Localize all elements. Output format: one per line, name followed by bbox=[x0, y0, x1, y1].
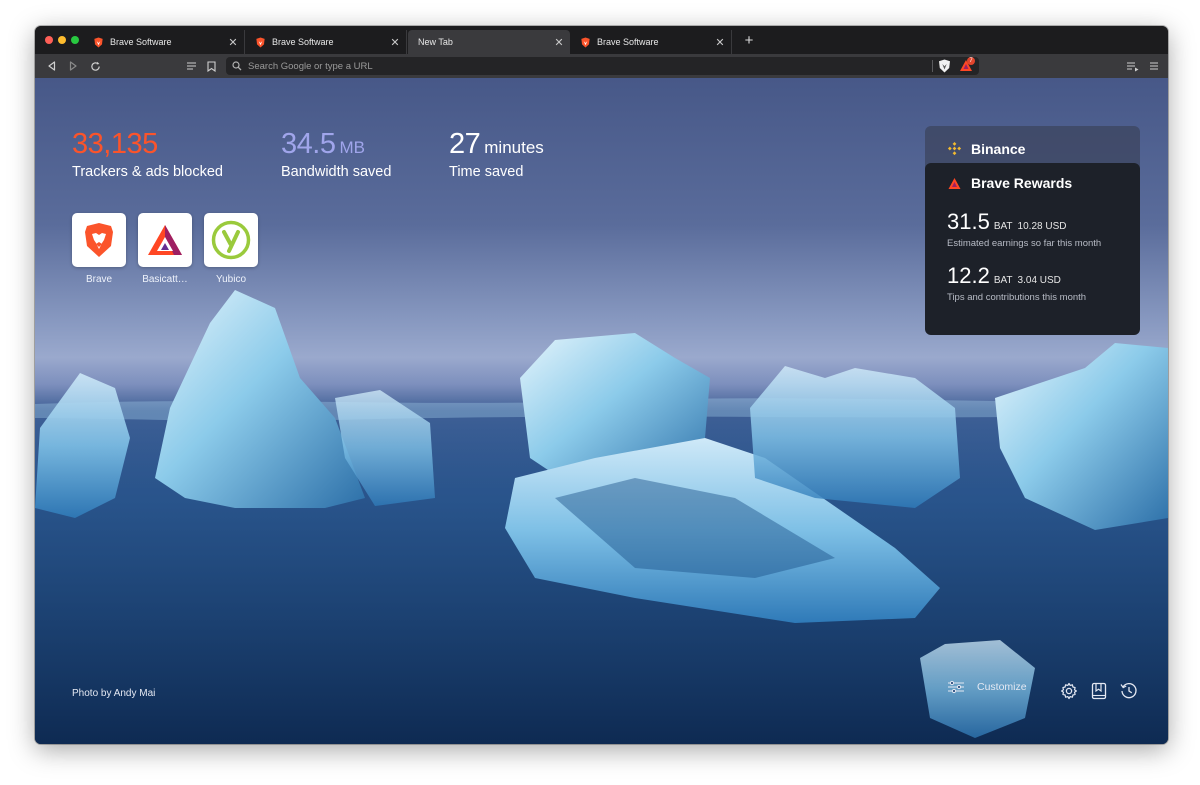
bookmarks-button[interactable] bbox=[1089, 681, 1109, 701]
bandwidth-unit: MB bbox=[339, 138, 365, 157]
top-site-yubico[interactable]: Yubico bbox=[204, 213, 258, 285]
rewards-earnings: 31.5 BAT 10.28 USD Estimated earnings so f… bbox=[947, 209, 1140, 249]
earnings-description: Estimated earnings so far this month bbox=[947, 238, 1102, 249]
bandwidth-value: 34.5 bbox=[281, 128, 336, 160]
customize-label: Customize bbox=[977, 681, 1027, 693]
tab-label: Brave Software bbox=[597, 37, 659, 47]
bookmarks-book-icon bbox=[1091, 682, 1107, 700]
search-icon bbox=[232, 61, 242, 71]
playlist-icon bbox=[1126, 61, 1138, 71]
tab-close-icon[interactable]: ✕ bbox=[388, 36, 402, 49]
trackers-count: 33,135 bbox=[72, 128, 158, 160]
stat-bandwidth-saved: 34.5 MB Bandwidth saved bbox=[281, 128, 391, 180]
new-tab-page: 33,135 Trackers & ads blocked 34.5 MB Ban… bbox=[35, 78, 1168, 744]
gear-icon bbox=[1061, 682, 1077, 700]
top-site-brave[interactable]: Brave bbox=[72, 213, 126, 285]
customize-button[interactable]: Customize bbox=[947, 680, 1027, 694]
address-bar[interactable]: 7 bbox=[226, 57, 979, 75]
earnings-bat-value: 31.5 bbox=[947, 209, 990, 234]
bookmark-icon bbox=[206, 60, 216, 72]
earnings-bat-unit: BAT bbox=[993, 221, 1013, 232]
earnings-usd-value: 10.28 USD bbox=[1017, 221, 1067, 232]
tab-label: Brave Software bbox=[110, 37, 172, 47]
trackers-label: Trackers & ads blocked bbox=[72, 164, 223, 180]
tips-bat-value: 12.2 bbox=[947, 263, 990, 288]
tab-close-icon[interactable]: ✕ bbox=[552, 36, 566, 49]
yubico-icon bbox=[211, 220, 251, 260]
window-close-button[interactable] bbox=[45, 36, 53, 44]
tab-label: Brave Software bbox=[272, 37, 334, 47]
tips-description: Tips and contributions this month bbox=[947, 292, 1087, 303]
tab-close-icon[interactable]: ✕ bbox=[226, 36, 240, 49]
tab-brave-software-1[interactable]: Brave Software ✕ bbox=[83, 30, 245, 54]
binance-logo-icon bbox=[947, 141, 962, 156]
tab-brave-software-3[interactable]: Brave Software ✕ bbox=[570, 30, 732, 54]
hamburger-menu-icon bbox=[1150, 62, 1158, 70]
tab-new-tab[interactable]: New Tab ✕ bbox=[408, 30, 570, 54]
reader-list-icon bbox=[186, 62, 196, 70]
time-value: 27 bbox=[449, 128, 481, 160]
rewards-header: Brave Rewards bbox=[947, 175, 1140, 191]
address-bar-separator bbox=[932, 60, 933, 72]
tab-label: New Tab bbox=[418, 37, 453, 47]
toolbar: 7 bbox=[35, 54, 1168, 78]
window-maximize-button[interactable] bbox=[71, 36, 79, 44]
history-clock-icon bbox=[1120, 683, 1137, 699]
bat-triangle-icon bbox=[948, 177, 961, 189]
rewards-title: Brave Rewards bbox=[971, 175, 1073, 191]
playlist-button[interactable] bbox=[1124, 58, 1140, 74]
back-arrow-icon bbox=[48, 61, 56, 71]
browser-window: Brave Software ✕ Brave Software ✕ New Ta… bbox=[35, 26, 1168, 744]
brave-rewards-widget[interactable]: Brave Rewards 31.5 BAT 10.28 USD Estimated… bbox=[925, 163, 1140, 335]
bookmark-button[interactable] bbox=[203, 58, 219, 74]
top-site-tile[interactable] bbox=[72, 213, 126, 267]
rewards-tips: 12.2 BAT 3.04 USD Tips and contributions t… bbox=[947, 263, 1140, 303]
top-site-label: Brave bbox=[85, 274, 113, 285]
back-button[interactable] bbox=[44, 58, 60, 74]
settings-button[interactable] bbox=[1059, 681, 1079, 701]
top-site-label: Yubico bbox=[215, 274, 247, 285]
brave-favicon-icon bbox=[581, 36, 590, 48]
brave-favicon-icon bbox=[256, 36, 265, 48]
tips-bat-unit: BAT bbox=[993, 275, 1013, 286]
binance-title: Binance bbox=[971, 140, 1026, 157]
brave-lion-icon bbox=[85, 223, 113, 257]
time-unit: minutes bbox=[484, 138, 544, 157]
bandwidth-label: Bandwidth saved bbox=[281, 164, 392, 180]
time-label: Time saved bbox=[449, 164, 524, 180]
reader-mode-button[interactable] bbox=[183, 58, 199, 74]
brave-favicon-icon bbox=[94, 36, 103, 48]
top-site-tile[interactable] bbox=[138, 213, 192, 267]
window-minimize-button[interactable] bbox=[58, 36, 66, 44]
tab-brave-software-2[interactable]: Brave Software ✕ bbox=[245, 30, 407, 54]
bat-triangle-icon bbox=[148, 225, 182, 255]
customize-sliders-icon bbox=[948, 680, 964, 694]
tab-strip: Brave Software ✕ Brave Software ✕ New Ta… bbox=[35, 26, 1168, 54]
main-menu-button[interactable] bbox=[1146, 58, 1162, 74]
tips-usd-value: 3.04 USD bbox=[1017, 275, 1061, 286]
reload-button[interactable] bbox=[87, 58, 103, 74]
forward-arrow-icon bbox=[69, 61, 77, 71]
tab-close-icon[interactable]: ✕ bbox=[713, 36, 727, 49]
brave-shields-button[interactable] bbox=[938, 59, 951, 78]
rewards-badge: 7 bbox=[967, 57, 975, 65]
brave-rewards-button[interactable]: 7 bbox=[959, 57, 975, 77]
brave-shield-icon bbox=[939, 59, 950, 73]
reload-icon bbox=[90, 61, 100, 71]
new-tab-button[interactable]: + bbox=[740, 32, 758, 50]
stat-trackers-blocked: 33,135 Trackers & ads blocked bbox=[72, 128, 223, 180]
stat-time-saved: 27 minutes Time saved bbox=[449, 128, 544, 180]
search-input[interactable] bbox=[248, 60, 848, 72]
top-site-basicattention[interactable]: Basicatt… bbox=[138, 213, 192, 285]
history-button[interactable] bbox=[1119, 681, 1139, 701]
photo-credit: Photo by Andy Mai bbox=[72, 688, 156, 699]
top-site-tile[interactable] bbox=[204, 213, 258, 267]
top-site-label: Basicatt… bbox=[142, 274, 188, 285]
forward-button[interactable] bbox=[65, 58, 81, 74]
